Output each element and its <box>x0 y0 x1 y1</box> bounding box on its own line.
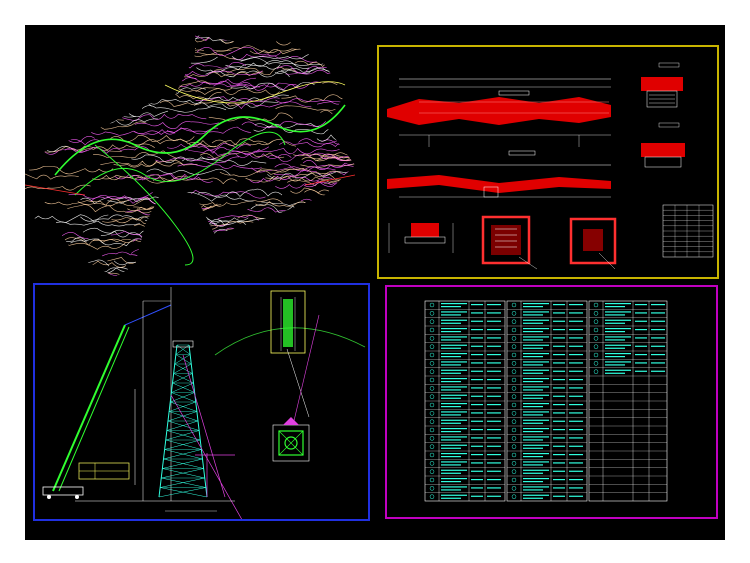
tower-erection-panel <box>33 283 370 521</box>
lattice-tower <box>158 340 208 498</box>
cad-drawing-canvas <box>25 25 725 540</box>
schedule-table <box>424 300 668 502</box>
bridge-drawing <box>387 62 714 270</box>
bridge-plan-view <box>387 150 611 198</box>
bridge-cross-section-a <box>388 223 454 253</box>
tower-top-detail <box>270 290 306 354</box>
tower-drawing <box>42 287 366 519</box>
bridge-cross-section-b <box>481 215 538 270</box>
tower-legend-box <box>78 462 130 480</box>
tower-base-plan <box>272 417 310 462</box>
bridge-side-section-1 <box>641 62 683 108</box>
bridge-drawing-panel <box>377 45 719 279</box>
bridge-cross-section-c <box>569 217 617 270</box>
bridge-side-section-2 <box>641 122 685 168</box>
bridge-elevation-view <box>387 78 611 147</box>
topographic-contours <box>25 35 356 277</box>
bridge-quantity-table <box>662 204 714 258</box>
schedule-table-panel <box>385 285 718 519</box>
topographic-map-panel <box>25 25 365 277</box>
crane <box>42 304 172 499</box>
